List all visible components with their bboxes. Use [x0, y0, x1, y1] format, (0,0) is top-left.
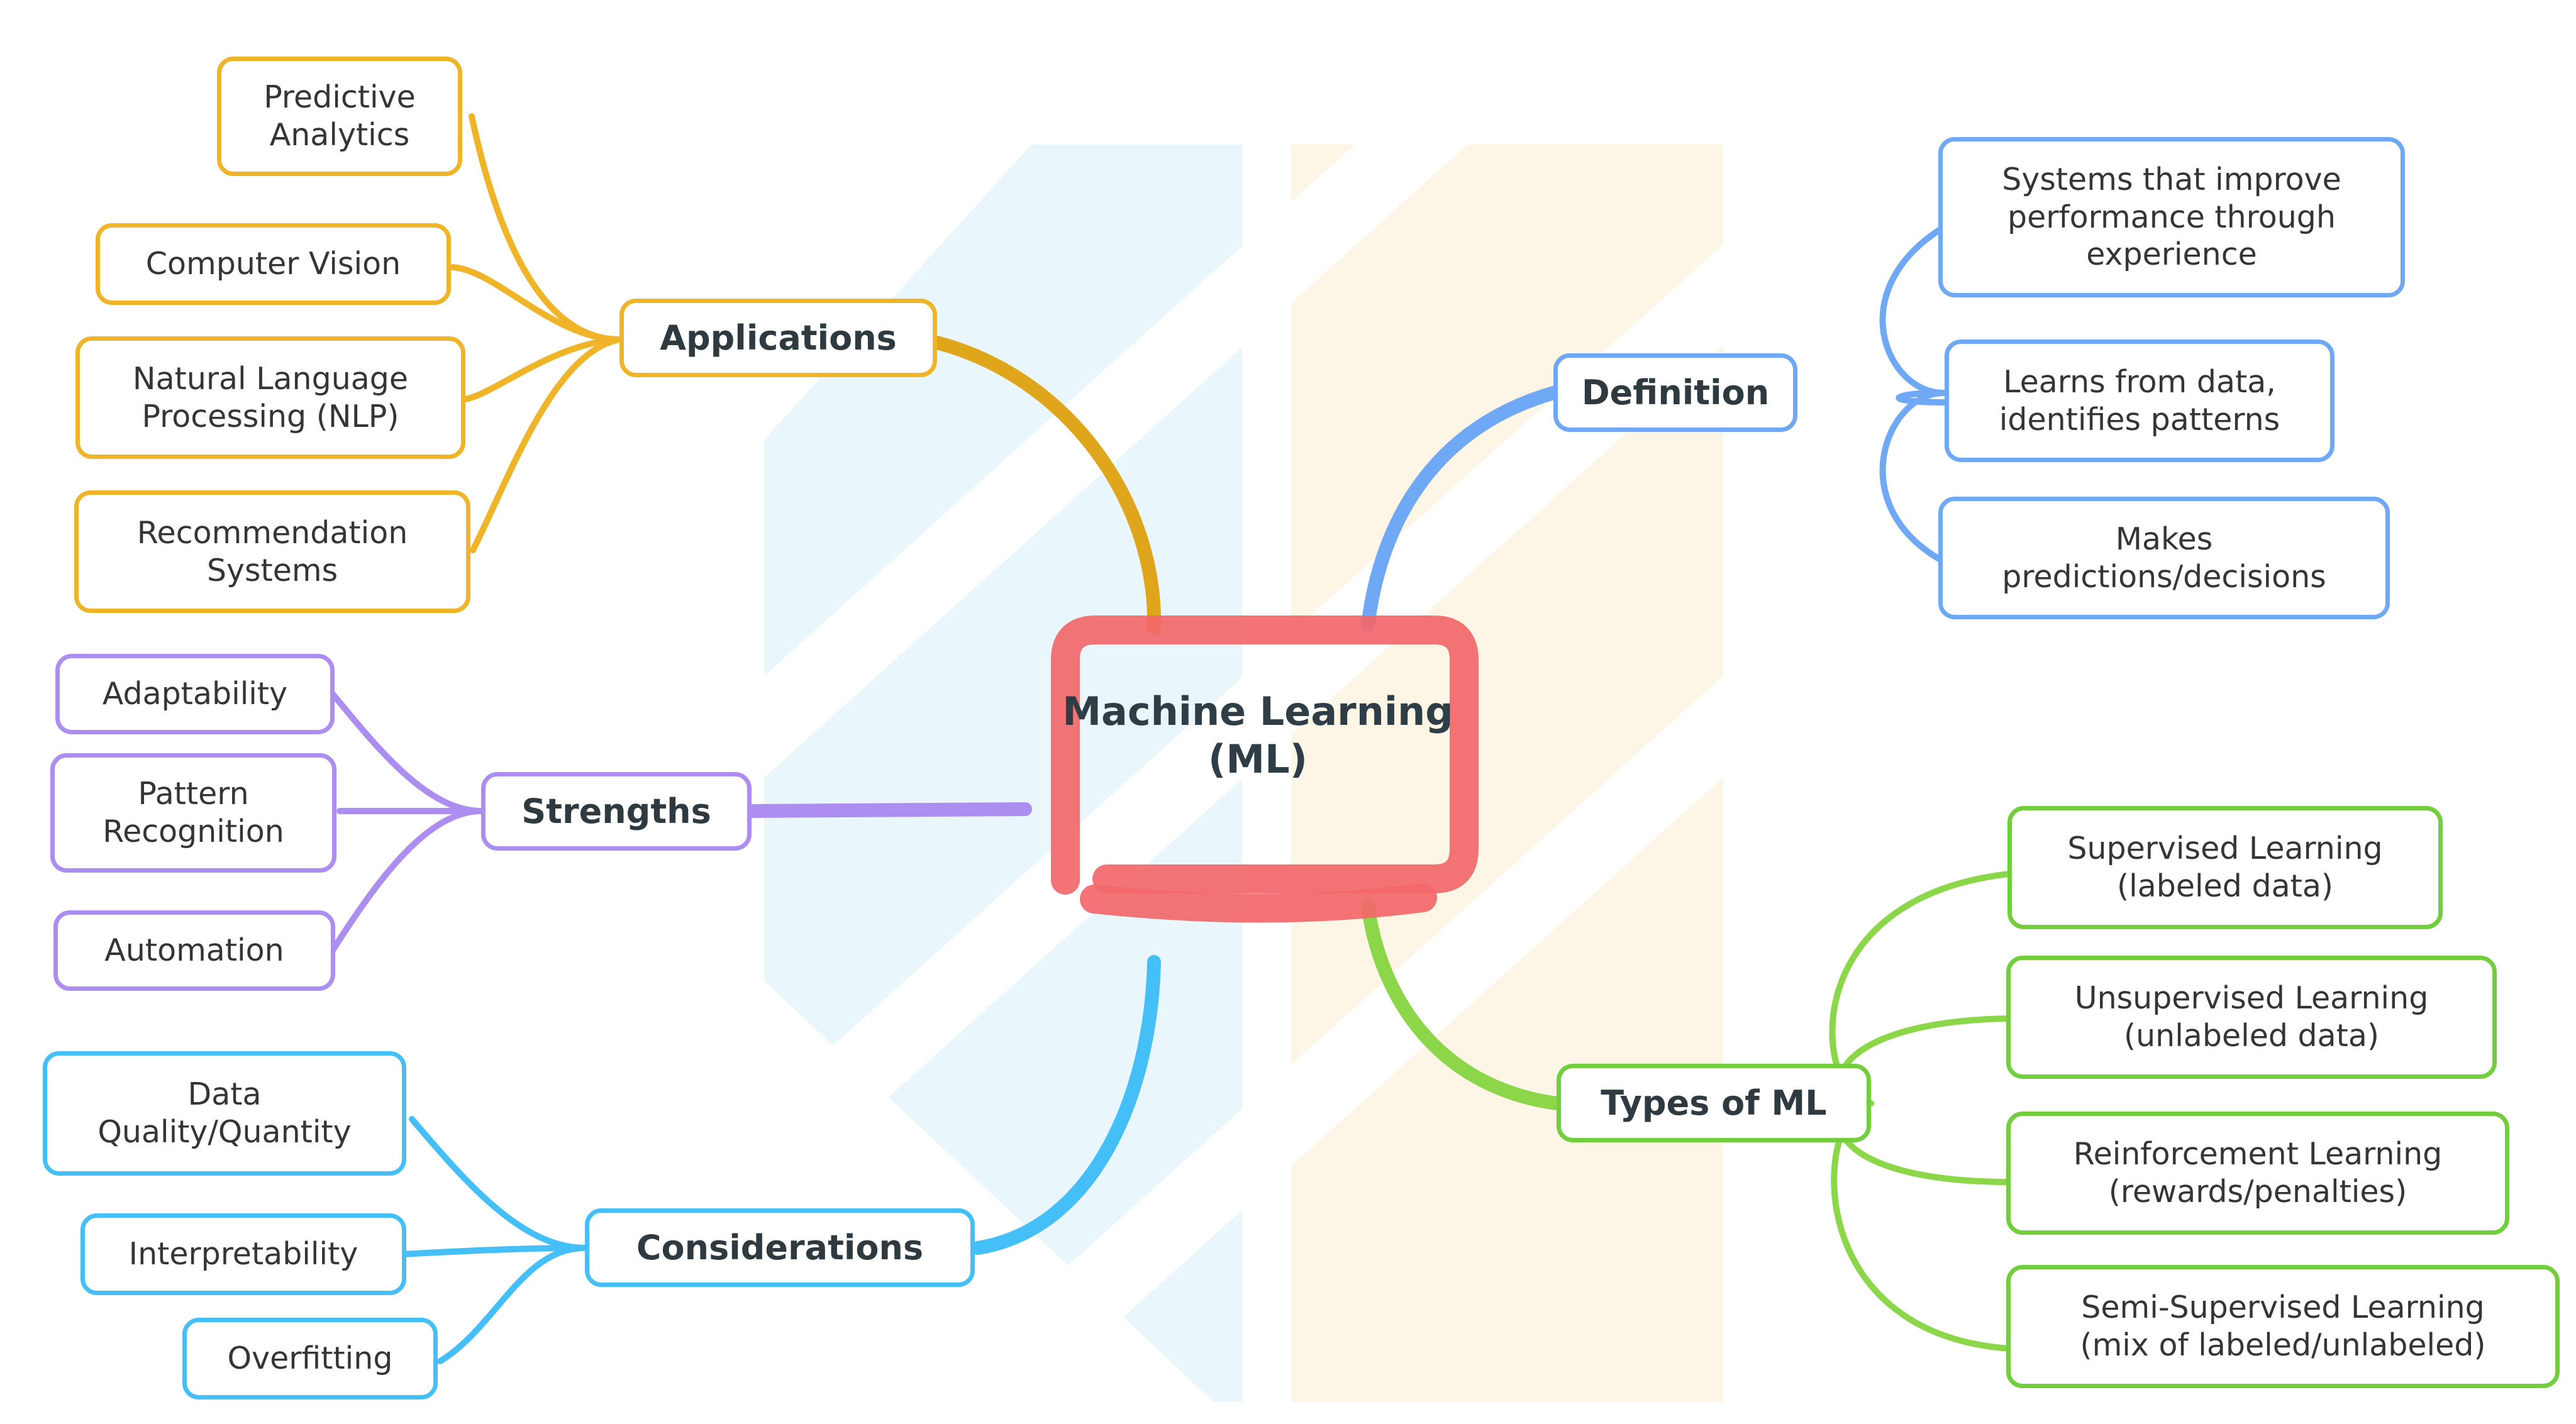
leaf-node-natural-language-processing[interactable]: Natural Language Processing (NLP)	[75, 336, 465, 459]
leaf-node-recommendation-systems[interactable]: Recommendation Systems	[74, 490, 470, 613]
leaf-label: Pattern Recognition	[103, 776, 284, 849]
leaf-node-interpretability[interactable]: Interpretability	[80, 1213, 406, 1295]
leaf-node-reinforcement-learning[interactable]: Reinforcement Learning (rewards/penaltie…	[2006, 1112, 2509, 1235]
leaf-node-adaptability[interactable]: Adaptability	[55, 654, 335, 734]
leaf-label: Computer Vision	[145, 246, 401, 282]
leaf-node-data-quality-quantity[interactable]: Data Quality/Quantity	[43, 1051, 406, 1176]
branch-label-applications: Applications	[660, 317, 897, 358]
leaf-node-automation[interactable]: Automation	[53, 910, 335, 991]
leaf-label: Overfitting	[227, 1340, 393, 1377]
branch-node-strengths[interactable]: Strengths	[481, 772, 752, 851]
leaf-label: Reinforcement Learning (rewards/penaltie…	[2073, 1136, 2443, 1210]
branch-node-applications[interactable]: Applications	[619, 299, 937, 377]
leaf-node-predictive-analytics[interactable]: Predictive Analytics	[217, 57, 462, 176]
leaf-node-overfitting[interactable]: Overfitting	[182, 1318, 438, 1399]
branch-label-strengths: Strengths	[521, 791, 711, 831]
leaf-node-semi-supervised-learning[interactable]: Semi-Supervised Learning (mix of labeled…	[2006, 1265, 2560, 1388]
leaf-label: Interpretability	[128, 1236, 358, 1272]
leaf-label: Semi-Supervised Learning (mix of labeled…	[2080, 1289, 2486, 1363]
branch-node-definition[interactable]: Definition	[1553, 353, 1797, 432]
leaf-label: Unsupervised Learning (unlabeled data)	[2074, 980, 2429, 1054]
leaf-node-computer-vision[interactable]: Computer Vision	[96, 223, 451, 305]
leaf-label: Adaptability	[102, 676, 288, 712]
branch-node-considerations[interactable]: Considerations	[585, 1208, 975, 1287]
leaf-label: Data Quality/Quantity	[97, 1076, 352, 1150]
leaf-label: Natural Language Processing (NLP)	[132, 360, 409, 434]
branch-label-definition: Definition	[1581, 372, 1770, 412]
leaf-node-pattern-recognition[interactable]: Pattern Recognition	[50, 753, 336, 873]
leaf-label: Automation	[104, 932, 284, 969]
leaf-node-learns-from-data[interactable]: Learns from data, identifies patterns	[1945, 339, 2334, 462]
root-node-sketch-border	[1051, 615, 1479, 923]
leaf-label: Recommendation Systems	[136, 514, 408, 588]
leaf-node-supervised-learning[interactable]: Supervised Learning (labeled data)	[2007, 806, 2443, 929]
mindmap-canvas: Machine Learning (ML) Applications Predi…	[0, 0, 2576, 1424]
leaf-label: Systems that improve performance through…	[2002, 161, 2341, 273]
leaf-node-unsupervised-learning[interactable]: Unsupervised Learning (unlabeled data)	[2006, 956, 2497, 1079]
branch-label-considerations: Considerations	[636, 1227, 924, 1267]
leaf-label: Predictive Analytics	[264, 79, 416, 153]
branch-node-types-of-ml[interactable]: Types of ML	[1557, 1064, 1871, 1142]
branch-label-types-of-ml: Types of ML	[1601, 1083, 1827, 1123]
leaf-label: Learns from data, identifies patterns	[1999, 363, 2280, 438]
leaf-label: Makes predictions/decisions	[2002, 521, 2326, 595]
leaf-node-makes-predictions-decisions[interactable]: Makes predictions/decisions	[1938, 497, 2390, 619]
leaf-label: Supervised Learning (labeled data)	[2067, 831, 2383, 904]
leaf-node-systems-that-improve-performance[interactable]: Systems that improve performance through…	[1938, 137, 2405, 297]
